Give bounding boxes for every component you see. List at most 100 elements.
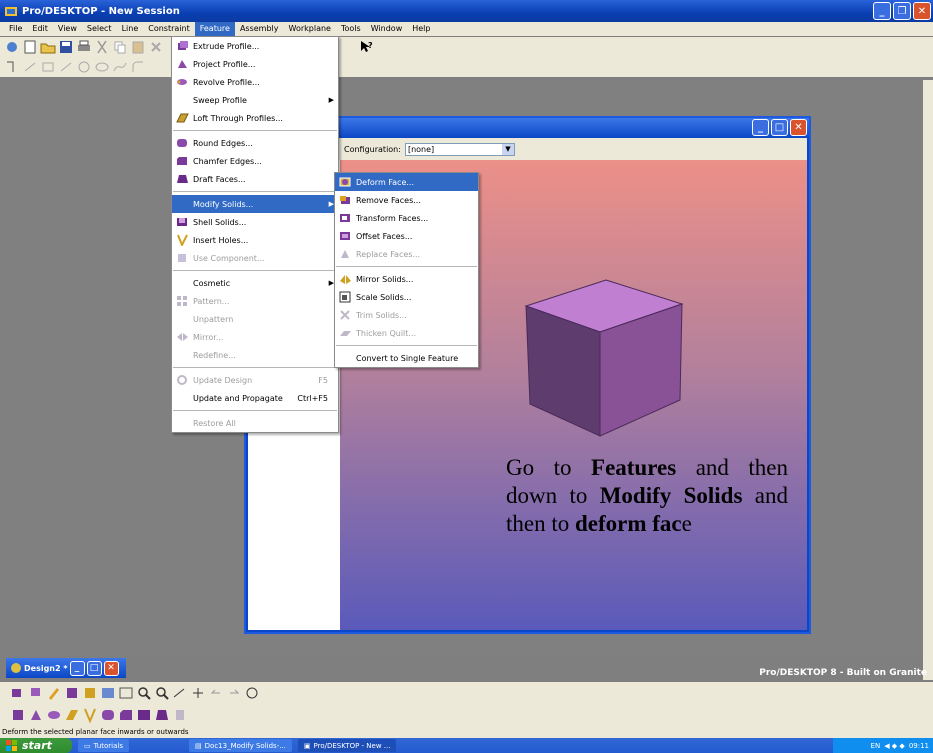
fillet-icon[interactable]	[130, 59, 146, 75]
smile-icon[interactable]	[244, 685, 260, 701]
select-line-icon[interactable]	[4, 59, 20, 75]
design-tab[interactable]: Design2 * _ □ ✕	[6, 658, 126, 678]
modify-solids-submenu: Deform Face... Remove Faces... Transform…	[334, 172, 479, 368]
line-icon[interactable]	[22, 59, 38, 75]
forward-icon[interactable]	[226, 685, 242, 701]
menu-item-cosmetic[interactable]: Cosmetic ▶	[172, 274, 338, 292]
menu-help[interactable]: Help	[407, 22, 435, 36]
menu-constraint[interactable]: Constraint	[143, 22, 194, 36]
solid-icon[interactable]	[64, 685, 80, 701]
design-minimize-button[interactable]: _	[752, 119, 769, 136]
help-pointer-icon[interactable]: ?	[358, 39, 374, 55]
tab-restore-button[interactable]: □	[86, 660, 102, 676]
language-indicator[interactable]: EN	[871, 742, 881, 750]
circle-icon[interactable]	[76, 59, 92, 75]
close-button[interactable]: ✕	[913, 2, 931, 20]
menu-item-modify-solids[interactable]: Modify Solids... ▶	[172, 195, 338, 213]
menu-item-scale-solids[interactable]: Scale Solids...	[335, 288, 478, 306]
save-icon[interactable]	[58, 39, 74, 55]
menu-tools[interactable]: Tools	[336, 22, 366, 36]
shaded-view-icon[interactable]	[100, 685, 116, 701]
draft-tool-icon[interactable]	[154, 707, 170, 723]
zoom-in-icon[interactable]	[136, 685, 152, 701]
loft-tool-icon[interactable]	[64, 707, 80, 723]
menu-feature[interactable]: Feature	[194, 22, 235, 36]
task-tutorials[interactable]: ▭ Tutorials	[78, 739, 130, 752]
workplane-icon[interactable]	[28, 685, 44, 701]
restore-button[interactable]: ❐	[893, 2, 911, 20]
start-button[interactable]: start	[0, 738, 72, 753]
menu-select[interactable]: Select	[82, 22, 117, 36]
menu-window[interactable]: Window	[366, 22, 408, 36]
tab-close-button[interactable]: ✕	[103, 660, 119, 676]
menu-item-remove-faces[interactable]: Remove Faces...	[335, 191, 478, 209]
project-tool-icon[interactable]	[28, 707, 44, 723]
hole-tool-icon[interactable]	[82, 707, 98, 723]
menu-workplane[interactable]: Workplane	[284, 22, 336, 36]
menu-item-project-profile[interactable]: Project Profile...	[172, 55, 338, 73]
zoom-out-icon[interactable]	[154, 685, 170, 701]
cube-model[interactable]	[510, 272, 690, 442]
menu-line[interactable]: Line	[117, 22, 144, 36]
folder-icon: ▭	[84, 741, 91, 750]
menu-view[interactable]: View	[53, 22, 82, 36]
menu-item-deform-face[interactable]: Deform Face...	[335, 173, 478, 191]
rectangle-icon[interactable]	[40, 59, 56, 75]
component-tool-icon[interactable]	[172, 707, 188, 723]
menu-item-transform-faces[interactable]: Transform Faces...	[335, 209, 478, 227]
ellipse-icon[interactable]	[94, 59, 110, 75]
chamfer-icon	[177, 157, 187, 165]
copy-icon[interactable]	[112, 39, 128, 55]
delete-icon[interactable]	[148, 39, 164, 55]
menu-edit[interactable]: Edit	[27, 22, 53, 36]
orbit-icon[interactable]	[172, 685, 188, 701]
menu-assembly[interactable]: Assembly	[235, 22, 284, 36]
menu-item-chamfer-edges[interactable]: Chamfer Edges...	[172, 152, 338, 170]
scale-solids-icon	[339, 291, 351, 303]
menu-item-update-and-propagate[interactable]: Update and Propagate Ctrl+F5	[172, 389, 338, 407]
chamfer-tool-icon[interactable]	[118, 707, 134, 723]
menu-file[interactable]: File	[4, 22, 27, 36]
wireframe-view-icon[interactable]	[118, 685, 134, 701]
cut-icon[interactable]	[94, 39, 110, 55]
menu-item-extrude-profile[interactable]: Extrude Profile...	[172, 37, 338, 55]
menu-item-sweep-profile[interactable]: Sweep Profile ▶	[172, 91, 338, 109]
offset-faces-icon	[340, 232, 350, 240]
task-doc13[interactable]: ▤ Doc13_Modify Solids-...	[189, 739, 292, 752]
transform-faces-icon	[340, 214, 350, 222]
pan-icon[interactable]	[190, 685, 206, 701]
menu-item-revolve-profile[interactable]: Revolve Profile...	[172, 73, 338, 91]
new-icon[interactable]	[22, 39, 38, 55]
configuration-select[interactable]: [none] ▼	[404, 142, 515, 156]
menu-item-shell-solids[interactable]: Shell Solids...	[172, 213, 338, 231]
menu-item-redefine: Redefine...	[193, 350, 236, 360]
tab-minimize-button[interactable]: _	[69, 660, 85, 676]
open-icon[interactable]	[40, 39, 56, 55]
chevron-down-icon: ▼	[501, 143, 514, 155]
design-close-button[interactable]: ✕	[790, 119, 807, 136]
new-design-icon[interactable]	[4, 39, 20, 55]
sketch-icon[interactable]	[10, 685, 26, 701]
back-icon[interactable]	[208, 685, 224, 701]
paste-icon[interactable]	[130, 39, 146, 55]
minimize-button[interactable]: _	[873, 2, 891, 20]
design-maximize-button[interactable]: □	[771, 119, 788, 136]
tray-icons[interactable]: ◀ ◆ ◆	[884, 742, 905, 750]
arc-icon[interactable]	[58, 59, 74, 75]
print-icon[interactable]	[76, 39, 92, 55]
menu-item-round-edges[interactable]: Round Edges...	[172, 134, 338, 152]
menu-item-loft[interactable]: Loft Through Profiles...	[172, 109, 338, 127]
spline-icon[interactable]	[112, 59, 128, 75]
menu-item-mirror-solids[interactable]: Mirror Solids...	[335, 270, 478, 288]
feature-icon[interactable]	[82, 685, 98, 701]
task-prodesktop[interactable]: ▣ Pro/DESKTOP - New ...	[297, 739, 397, 752]
pencil-icon[interactable]	[46, 685, 62, 701]
shell-tool-icon[interactable]	[136, 707, 152, 723]
round-tool-icon[interactable]	[100, 707, 116, 723]
menu-item-insert-holes[interactable]: Insert Holes...	[172, 231, 338, 249]
menu-item-convert-to-single-feature[interactable]: Convert to Single Feature	[335, 349, 478, 367]
extrude-tool-icon[interactable]	[10, 707, 26, 723]
menu-item-draft-faces[interactable]: Draft Faces...	[172, 170, 338, 188]
revolve-tool-icon[interactable]	[46, 707, 62, 723]
menu-item-offset-faces[interactable]: Offset Faces...	[335, 227, 478, 245]
